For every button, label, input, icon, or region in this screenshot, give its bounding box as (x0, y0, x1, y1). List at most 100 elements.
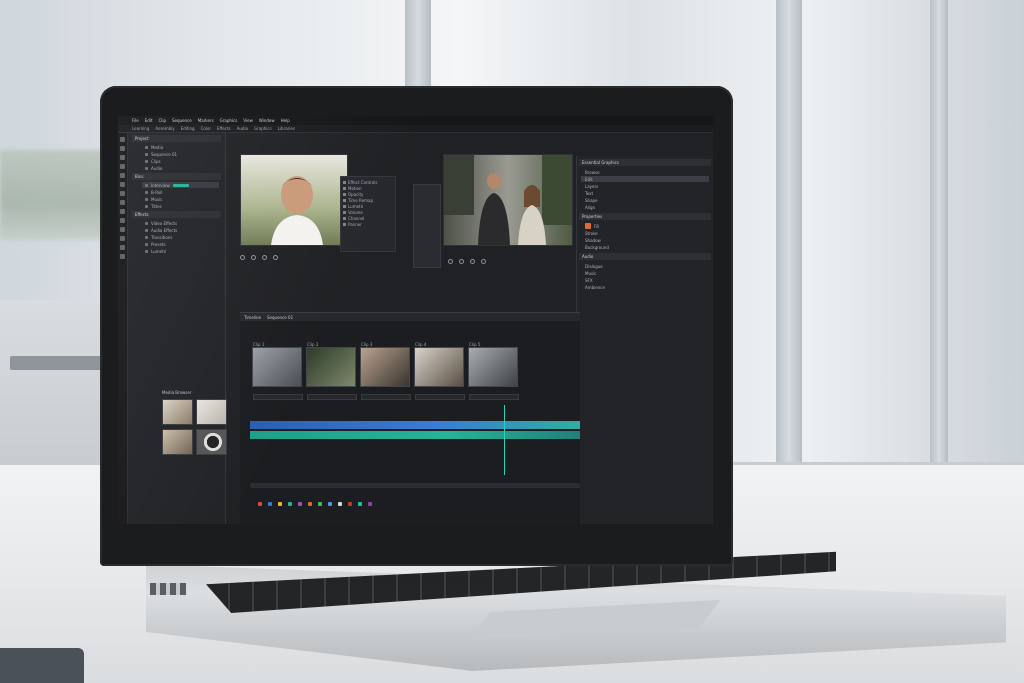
tree-item[interactable]: Titles (142, 203, 219, 209)
workspace-tab-assembly[interactable]: Assembly (155, 126, 174, 131)
menu-item-clip[interactable]: Clip (158, 118, 166, 123)
tool-icon[interactable] (120, 227, 125, 232)
dock-app-icon[interactable] (308, 502, 312, 506)
tree-item[interactable]: Audio (142, 165, 219, 171)
rewind-button[interactable] (240, 254, 245, 260)
timeline-scrollbar[interactable] (250, 483, 580, 488)
tree-item[interactable]: Transitions (142, 234, 219, 240)
tree-item[interactable]: Sequence 01 (142, 151, 219, 157)
dock-app-icon[interactable] (328, 502, 332, 506)
right-panel-item[interactable]: Ambience (581, 284, 709, 290)
menu-item-help[interactable]: Help (281, 118, 290, 123)
timeline-clip[interactable]: Clip 1 (252, 342, 303, 400)
right-panel-item[interactable]: Align (581, 204, 709, 210)
right-panel-item[interactable]: Browse (581, 169, 709, 175)
dock-app-icon[interactable] (268, 502, 272, 506)
tree-item[interactable]: Video Effects (142, 220, 219, 226)
right-panel-item[interactable]: Edit (581, 176, 709, 182)
clip-controls[interactable] (469, 394, 519, 400)
tree-item[interactable]: Clips (142, 158, 219, 164)
tool-icon[interactable] (120, 164, 125, 169)
export-frame-button[interactable] (481, 258, 486, 264)
timeline-clip[interactable]: Clip 5 (468, 342, 519, 400)
right-panel-item[interactable]: Music (581, 270, 709, 276)
workspace-tab-color[interactable]: Color (201, 126, 211, 131)
forward-button[interactable] (470, 258, 475, 264)
workspace-tab-learning[interactable]: Learning (132, 126, 149, 131)
right-panel-item[interactable]: Layers (581, 183, 709, 189)
dock-app-icon[interactable] (288, 502, 292, 506)
tool-icon[interactable] (120, 236, 125, 241)
tool-icon[interactable] (120, 182, 125, 187)
right-panel-item[interactable]: SFX (581, 277, 709, 283)
dock-app-icon[interactable] (358, 502, 362, 506)
audio-track-a1[interactable] (250, 431, 580, 439)
dock-app-icon[interactable] (298, 502, 302, 506)
tool-icon[interactable] (120, 245, 125, 250)
dock-app-icon[interactable] (348, 502, 352, 506)
right-panel-item[interactable]: Fill (581, 223, 709, 229)
program-monitor[interactable] (443, 154, 573, 246)
timeline-tab[interactable]: Timeline (244, 315, 261, 320)
tool-icon[interactable] (120, 209, 125, 214)
right-panel-item[interactable]: Shape (581, 197, 709, 203)
rewind-button[interactable] (448, 258, 453, 264)
dock-app-icon[interactable] (278, 502, 282, 506)
dock-app-icon[interactable] (338, 502, 342, 506)
menu-item-file[interactable]: File (132, 118, 139, 123)
right-panel-item[interactable]: Stroke (581, 230, 709, 236)
media-thumb[interactable] (196, 429, 227, 455)
workspace-tab-audio[interactable]: Audio (237, 126, 248, 131)
tree-item[interactable]: Interview (142, 182, 219, 188)
tree-item[interactable]: Audio Effects (142, 227, 219, 233)
right-panel-item[interactable]: Dialogue (581, 263, 709, 269)
panel-header-0[interactable]: Project (132, 135, 221, 142)
clip-controls[interactable] (415, 394, 465, 400)
clip-controls[interactable] (253, 394, 303, 400)
clip-controls[interactable] (361, 394, 411, 400)
menu-item-graphics[interactable]: Graphics (220, 118, 238, 123)
panel-header-1[interactable]: Bins (132, 173, 221, 180)
tool-icon[interactable] (120, 137, 125, 142)
video-track-v1[interactable] (250, 421, 580, 429)
timeline-clip[interactable]: Clip 4 (414, 342, 465, 400)
dock-app-icon[interactable] (258, 502, 262, 506)
clip-controls[interactable] (307, 394, 357, 400)
play-button[interactable] (251, 254, 256, 260)
tool-icon[interactable] (120, 146, 125, 151)
mark-in-button[interactable] (273, 254, 278, 260)
tree-item[interactable]: Lumetri (142, 248, 219, 254)
media-thumb[interactable] (162, 429, 193, 455)
workspace-tab-editing[interactable]: Editing (181, 126, 195, 131)
tree-item[interactable]: Music (142, 196, 219, 202)
tree-item[interactable]: B-Roll (142, 189, 219, 195)
effect-item[interactable]: Panner (343, 221, 393, 227)
tool-icon[interactable] (120, 191, 125, 196)
media-thumb[interactable] (196, 399, 227, 425)
workspace-tab-libraries[interactable]: Libraries (278, 126, 295, 131)
right-panel-item[interactable]: Shadow (581, 237, 709, 243)
tree-item[interactable]: Media (142, 144, 219, 150)
menu-item-view[interactable]: View (243, 118, 253, 123)
tool-icon[interactable] (120, 218, 125, 223)
right-panel-header[interactable]: Audio (579, 253, 711, 260)
timeline-tab[interactable]: Sequence 01 (267, 315, 293, 320)
menu-item-sequence[interactable]: Sequence (172, 118, 192, 123)
source-monitor[interactable] (240, 154, 348, 246)
tool-icon[interactable] (120, 254, 125, 259)
right-panel-header[interactable]: Properties (579, 213, 711, 220)
playhead[interactable] (504, 405, 505, 475)
tree-item[interactable]: Presets (142, 241, 219, 247)
right-panel-header[interactable]: Essential Graphics (579, 159, 711, 166)
right-panel-item[interactable]: Background (581, 244, 709, 250)
dock-app-icon[interactable] (368, 502, 372, 506)
right-panel-item[interactable]: Text (581, 190, 709, 196)
tool-icon[interactable] (120, 173, 125, 178)
menu-item-window[interactable]: Window (259, 118, 275, 123)
menu-item-edit[interactable]: Edit (145, 118, 153, 123)
forward-button[interactable] (262, 254, 267, 260)
timeline-clip[interactable]: Clip 2 (306, 342, 357, 400)
tool-icon[interactable] (120, 200, 125, 205)
media-thumb[interactable] (162, 399, 193, 425)
play-button[interactable] (459, 258, 464, 264)
